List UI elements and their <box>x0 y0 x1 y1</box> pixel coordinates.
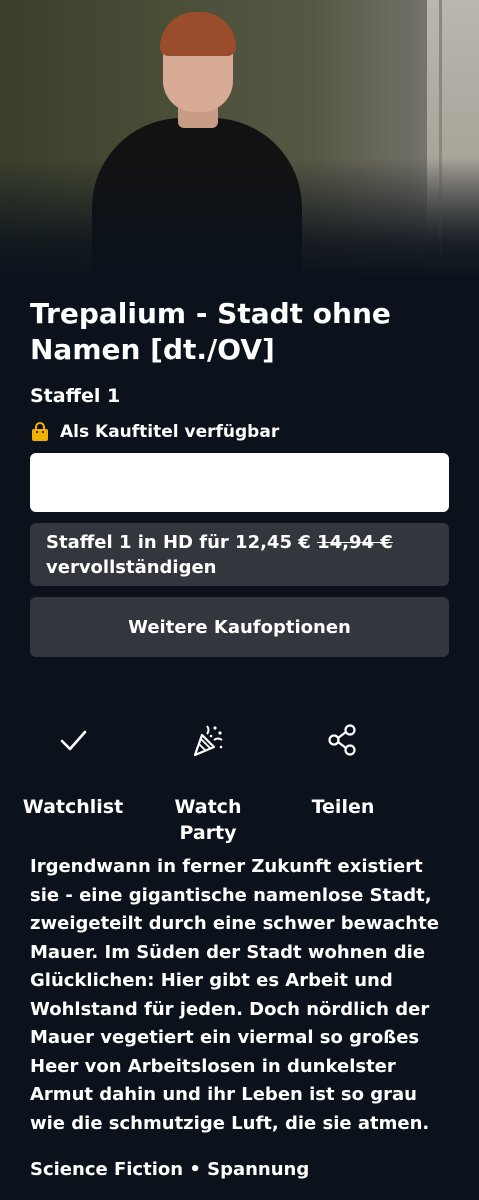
complete-offer-old-price: 14,94 € <box>317 532 393 553</box>
hero-figure-hair <box>160 12 236 56</box>
share-icon <box>328 724 356 756</box>
party-popper-icon <box>193 725 223 757</box>
complete-offer-price: Staffel 1 in HD für 12,45 € <box>46 532 311 553</box>
watchlist-button[interactable]: Watchlist <box>8 722 138 820</box>
watch-party-button[interactable]: Watch Party <box>143 722 273 846</box>
availability-row: Als Kauftitel verfügbar <box>30 421 279 443</box>
watchlist-label: Watchlist <box>22 796 124 818</box>
complete-season-button[interactable]: Staffel 1 in HD für 12,45 € 14,94 € verv… <box>30 523 449 586</box>
synopsis: Irgendwann in ferner Zukunft existiert s… <box>30 856 439 1134</box>
primary-purchase-button[interactable] <box>30 453 449 512</box>
genre-list: Science Fiction • Spannung <box>30 1159 310 1180</box>
availability-text: Als Kauftitel verfügbar <box>60 422 280 442</box>
page-title: Trepalium - Stadt ohne Namen [dt./OV] <box>30 297 391 366</box>
watch-party-label: Watch Party <box>174 796 242 844</box>
share-button[interactable]: Teilen <box>278 722 408 820</box>
complete-offer-action: vervollständigen <box>46 557 217 578</box>
shopping-bag-icon <box>32 422 48 441</box>
season-label: Staffel 1 <box>30 385 121 407</box>
checkmark-icon <box>60 730 87 751</box>
share-label: Teilen <box>311 796 375 818</box>
more-purchase-options-button[interactable]: Weitere Kaufoptionen <box>30 597 449 657</box>
hero-image <box>0 0 479 278</box>
hero-fade <box>0 158 479 278</box>
